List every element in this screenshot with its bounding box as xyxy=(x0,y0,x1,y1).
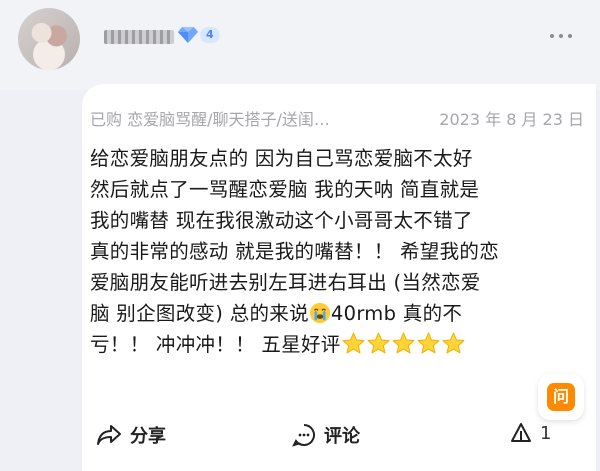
username[interactable] xyxy=(104,30,174,44)
comment-label: 评论 xyxy=(324,426,360,447)
review-line: 亏！！ 冲冲冲！！ 五星好评 xyxy=(90,329,530,360)
star-icon xyxy=(342,332,365,354)
ask-question-button[interactable]: 问 xyxy=(538,374,584,420)
ask-label: 问 xyxy=(547,383,575,411)
like-button[interactable]: 1 xyxy=(510,422,551,444)
level-number: 4 xyxy=(200,27,220,43)
review-line: 然后就点了一骂醒恋爱脑 我的天呐 简直就是 xyxy=(90,178,480,201)
review-card: 已购 恋爱脑骂醒/聊天搭子/送闺… 2023 年 8 月 23 日 给恋爱脑朋友… xyxy=(82,84,596,471)
review-line-part: 亏！！ 冲冲冲！！ 五星好评 xyxy=(90,333,341,356)
crying-emoji-icon xyxy=(309,302,330,324)
more-options-icon[interactable] xyxy=(550,34,572,38)
review-line-part: 40rmb 真的不 xyxy=(330,302,463,325)
level-badge: 4 xyxy=(178,26,220,44)
purchased-item[interactable]: 已购 恋爱脑骂醒/聊天搭子/送闺… xyxy=(90,110,330,129)
avatar[interactable] xyxy=(18,8,80,70)
review-text: 给恋爱脑朋友点的 因为自己骂恋爱脑不太好 然后就点了一骂醒恋爱脑 我的天呐 简直… xyxy=(90,143,530,360)
share-button[interactable]: 分享 xyxy=(96,422,166,448)
diamond-icon xyxy=(178,27,198,43)
purchase-info: 已购 恋爱脑骂醒/聊天搭子/送闺… 2023 年 8 月 23 日 xyxy=(90,106,590,130)
thumb-up-icon xyxy=(511,423,531,442)
star-icon xyxy=(417,332,440,354)
action-bar: 分享 评论 1 xyxy=(82,420,596,460)
comment-button[interactable]: 评论 xyxy=(292,422,360,448)
review-line: 脑 别企图改变) 总的来说 40rmb 真的不 xyxy=(90,298,530,329)
review-line-part: 脑 别企图改变) 总的来说 xyxy=(90,302,309,325)
review-line: 真的非常的感动 就是我的嘴替！！ 希望我的恋 xyxy=(90,240,499,263)
like-count: 1 xyxy=(540,422,552,444)
five-star-rating xyxy=(341,332,466,356)
star-icon xyxy=(392,332,415,354)
comment-icon xyxy=(292,424,315,447)
share-label: 分享 xyxy=(130,426,166,447)
review-header: 4 xyxy=(0,0,600,90)
share-icon xyxy=(97,425,121,445)
review-line: 给恋爱脑朋友点的 因为自己骂恋爱脑不太好 xyxy=(90,147,473,170)
review-line: 我的嘴替 现在我很激动这个小哥哥太不错了 xyxy=(90,209,473,232)
star-icon xyxy=(367,332,390,354)
star-icon xyxy=(442,332,465,354)
review-line: 爱脑朋友能听进去别左耳进右耳出 (当然恋爱 xyxy=(90,271,481,294)
review-date: 2023 年 8 月 23 日 xyxy=(439,110,584,129)
